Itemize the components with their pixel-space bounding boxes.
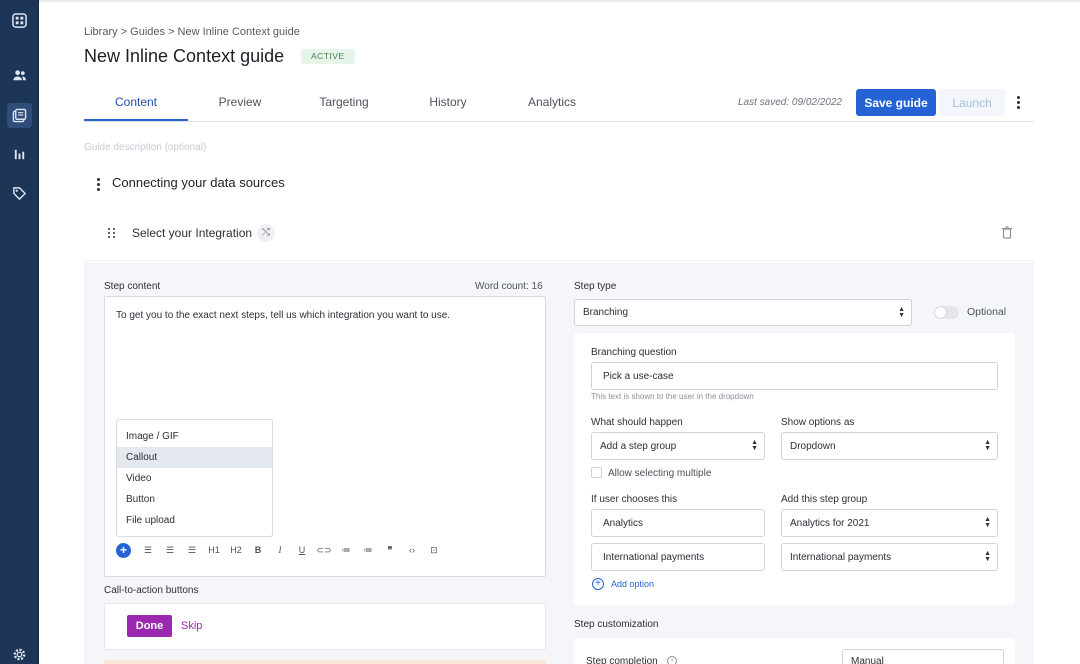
allow-multiple-label: Allow selecting multiple (608, 468, 712, 479)
step-type-select[interactable]: Branching ▲ ▼ (574, 299, 912, 326)
breadcrumb[interactable]: Library > Guides > New Inline Context gu… (84, 26, 300, 38)
page-title: New Inline Context guide (84, 46, 285, 66)
menu-item-file-upload[interactable]: File upload (117, 510, 272, 531)
branching-question-input[interactable]: Pick a use-case (591, 362, 998, 390)
heading1-button[interactable]: H1 (203, 543, 225, 558)
select-arrows-icon: ▲ ▼ (751, 439, 758, 452)
tab-content[interactable]: Content (84, 88, 188, 121)
link-icon[interactable]: ⊂⊃ (313, 543, 335, 558)
top-border (39, 0, 1080, 2)
branching-question-label: Branching question (591, 347, 677, 358)
editor-toolbar: + ☰ ☰ ☰ H1 H2 B I U ⊂⊃ ≔ ≔ ❞ ‹› ⊡ (116, 543, 445, 558)
group-value: International payments (790, 551, 892, 563)
trash-icon[interactable] (1001, 226, 1013, 239)
word-count: Word count: 16 (475, 281, 543, 292)
guides-icon[interactable] (7, 103, 32, 128)
italic-button[interactable]: I (269, 543, 291, 558)
sidebar (0, 0, 39, 664)
add-option-icon[interactable]: + (592, 578, 604, 590)
last-saved-text: Last saved: 09/02/2022 (738, 97, 842, 108)
step-content-text[interactable]: To get you to the exact next steps, tell… (116, 310, 450, 321)
status-badge: ACTIVE (301, 49, 355, 64)
tab-history[interactable]: History (406, 88, 490, 121)
drag-handle-icon[interactable] (108, 228, 116, 238)
show-options-select[interactable]: Dropdown ▲ ▼ (781, 432, 998, 460)
users-icon[interactable] (7, 63, 32, 88)
section-title[interactable]: Connecting your data sources (112, 175, 285, 190)
select-arrows-icon: ▲ ▼ (984, 516, 991, 529)
group-select-2[interactable]: International payments ▲ ▼ (781, 543, 998, 571)
tab-analytics[interactable]: Analytics (510, 88, 594, 121)
align-left-icon[interactable]: ☰ (137, 543, 159, 558)
add-option-link[interactable]: Add option (611, 579, 654, 589)
select-arrows-icon: ▲ ▼ (984, 439, 991, 452)
show-options-value: Dropdown (790, 440, 836, 452)
step-content-label: Step content (104, 281, 161, 292)
allow-multiple-checkbox[interactable] (591, 467, 602, 478)
bold-button[interactable]: B (247, 543, 269, 558)
tab-preview[interactable]: Preview (199, 88, 281, 121)
settings-icon[interactable] (7, 642, 32, 664)
align-right-icon[interactable]: ☰ (181, 543, 203, 558)
heading2-button[interactable]: H2 (225, 543, 247, 558)
step-customization-label: Step customization (574, 619, 659, 630)
insert-plus-icon[interactable]: + (116, 543, 131, 558)
if-user-chooses-label: If user chooses this (591, 494, 678, 505)
step-title[interactable]: Select your Integration (132, 226, 252, 240)
add-step-group-label: Add this step group (781, 494, 868, 505)
menu-item-button[interactable]: Button (117, 489, 272, 510)
menu-item-image-gif[interactable]: Image / GIF (117, 426, 272, 447)
optional-toggle[interactable] (934, 306, 959, 319)
step-completion-value: Manual (851, 655, 884, 664)
group-select-1[interactable]: Analytics for 2021 ▲ ▼ (781, 509, 998, 537)
bullet-list-icon[interactable]: ≔ (335, 543, 357, 558)
insert-menu: Image / GIF Callout Video Button File up… (116, 419, 273, 537)
choice-value: Analytics (603, 517, 644, 529)
what-happens-select[interactable]: Add a step group ▲ ▼ (591, 432, 765, 460)
code-icon[interactable]: ‹› (401, 543, 423, 558)
branching-question-value: Pick a use-case (603, 370, 674, 382)
info-icon[interactable]: i (667, 656, 677, 664)
more-options-icon[interactable] (1015, 96, 1021, 109)
embed-icon[interactable]: ⊡ (423, 543, 445, 558)
launch-button[interactable]: Launch (939, 89, 1005, 116)
quote-icon[interactable]: ❞ (379, 543, 401, 558)
what-happens-value: Add a step group (600, 440, 677, 452)
step-completion-label: Step completion (586, 656, 658, 664)
menu-item-video[interactable]: Video (117, 468, 272, 489)
branching-question-hint: This text is shown to the user in the dr… (591, 392, 754, 401)
analytics-icon[interactable] (7, 142, 32, 167)
choice-input-2[interactable]: International payments (591, 543, 765, 571)
step-completion-select[interactable]: Manual (842, 649, 1004, 664)
choice-input-1[interactable]: Analytics (591, 509, 765, 537)
underline-button[interactable]: U (291, 543, 313, 558)
guide-description-field[interactable]: Guide description (optional) (84, 142, 206, 153)
optional-label: Optional (967, 306, 1007, 318)
section-menu-icon[interactable] (95, 178, 101, 191)
select-arrows-icon: ▲ ▼ (898, 305, 905, 319)
show-options-label: Show options as (781, 417, 855, 428)
group-value: Analytics for 2021 (790, 517, 870, 529)
step-type-label: Step type (574, 281, 617, 292)
branch-icon: ⤭ (257, 224, 275, 242)
skip-button[interactable]: Skip (181, 620, 202, 632)
save-guide-button[interactable]: Save guide (856, 89, 936, 116)
align-center-icon[interactable]: ☰ (159, 543, 181, 558)
choice-value: International payments (603, 551, 705, 563)
what-happens-label: What should happen (591, 417, 683, 428)
cta-label: Call-to-action buttons (104, 585, 199, 596)
select-arrows-icon: ▲ ▼ (984, 550, 991, 563)
numbered-list-icon[interactable]: ≔ (357, 543, 379, 558)
menu-item-callout[interactable]: Callout (117, 447, 272, 468)
warning-strip (104, 660, 546, 664)
done-button[interactable]: Done (127, 615, 172, 637)
tag-icon[interactable] (7, 181, 32, 206)
apps-icon[interactable] (7, 8, 32, 33)
step-type-value: Branching (583, 307, 629, 318)
tab-targeting[interactable]: Targeting (302, 88, 386, 121)
